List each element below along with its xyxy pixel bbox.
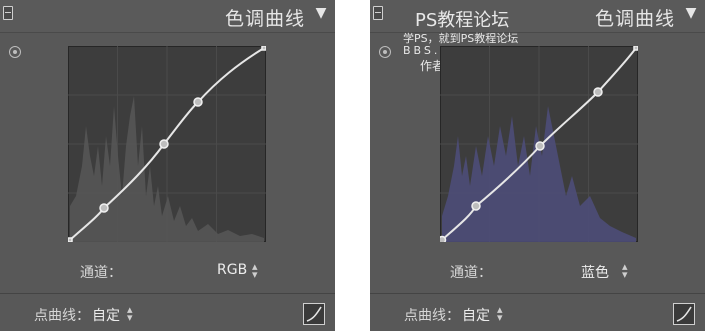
footer-divider bbox=[0, 293, 335, 294]
curve-point-shadows bbox=[99, 203, 109, 213]
channel-select[interactable]: 蓝色 bbox=[581, 262, 609, 282]
point-curve-label: 点曲线： bbox=[34, 308, 90, 324]
tone-curve-graph[interactable] bbox=[68, 46, 266, 242]
channel-label: 通道： bbox=[450, 265, 492, 281]
stepper-arrows-icon[interactable]: ▴ ▾ bbox=[622, 261, 628, 280]
point-curve-label: 点曲线： bbox=[404, 308, 460, 324]
curve-point-midtones bbox=[159, 139, 169, 149]
tone-curve-panel-blue: 色调曲线 ▼ PS教程论坛 学PS，就到PS教程论坛 BBS.16XX8.COM… bbox=[370, 0, 705, 331]
stepper-arrows-icon[interactable]: ▴ ▾ bbox=[127, 304, 133, 323]
curve-endpoint-white bbox=[633, 46, 638, 51]
curve-endpoint-black bbox=[68, 237, 73, 242]
point-curve-select[interactable]: 自定 bbox=[462, 305, 490, 325]
stepper-arrows-icon[interactable]: ▴ ▾ bbox=[497, 304, 503, 323]
collapse-triangle-icon[interactable]: ▼ bbox=[313, 5, 329, 21]
stepper-arrows-icon[interactable]: ▴ ▾ bbox=[252, 261, 258, 280]
panel-title: 色调曲线 bbox=[224, 8, 305, 30]
edit-curve-icon[interactable] bbox=[673, 303, 695, 325]
panel-title: 色调曲线 bbox=[594, 8, 675, 30]
curve-point-highlights bbox=[593, 87, 603, 97]
collapse-triangle-icon[interactable]: ▼ bbox=[683, 5, 699, 21]
tone-curve-panel-rgb: 色调曲线 ▼ 通道： RGB ▴ ▾ 点曲线： 自定 ▴ ▾ bbox=[0, 0, 335, 331]
channel-select[interactable]: RGB bbox=[217, 262, 247, 278]
panel-toggle-icon[interactable] bbox=[3, 6, 13, 20]
curve-endpoint-black bbox=[440, 235, 447, 242]
curve-point-highlights bbox=[193, 97, 203, 107]
channel-label: 通道： bbox=[80, 265, 122, 281]
target-adjust-icon[interactable] bbox=[379, 46, 391, 58]
panel-header[interactable]: 色调曲线 ▼ bbox=[0, 0, 335, 33]
footer-divider bbox=[370, 293, 705, 294]
watermark-title: PS教程论坛 bbox=[415, 10, 510, 31]
tone-curve-graph[interactable] bbox=[440, 46, 638, 242]
curve-point-shadows bbox=[471, 201, 481, 211]
target-adjust-icon[interactable] bbox=[9, 46, 21, 58]
edit-curve-icon[interactable] bbox=[303, 303, 325, 325]
point-curve-select[interactable]: 自定 bbox=[92, 305, 120, 325]
panel-toggle-icon[interactable] bbox=[373, 6, 383, 20]
curve-endpoint-white bbox=[261, 46, 266, 51]
curve-point-midtones bbox=[535, 141, 545, 151]
